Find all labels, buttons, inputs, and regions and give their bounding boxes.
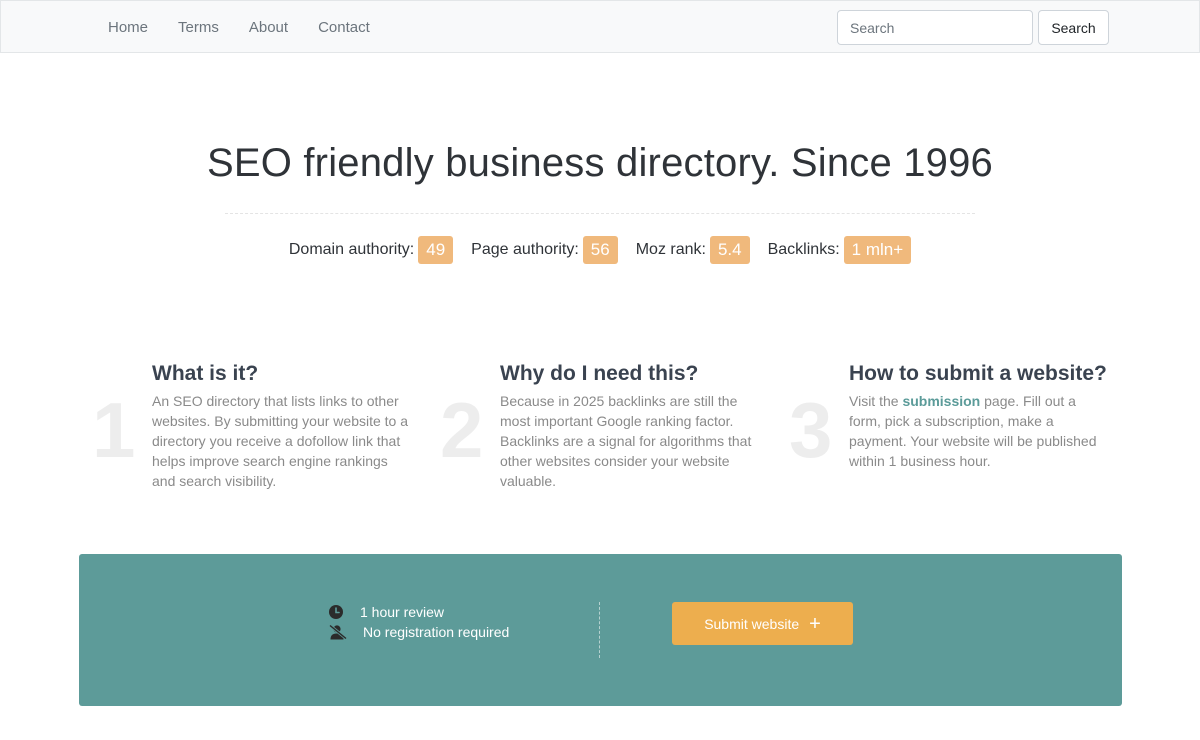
metric-badge: 5.4 <box>709 236 750 264</box>
feature-title: Why do I need this? <box>500 362 699 385</box>
search-button[interactable]: Search <box>1038 10 1109 45</box>
feature-text-before: Visit the <box>849 393 899 409</box>
feature-number: 1 <box>92 386 136 474</box>
metric-moz-rank: Moz rank: 5.4 <box>636 236 750 264</box>
hero-divider <box>225 213 975 214</box>
user-slash-icon <box>328 624 348 640</box>
metric-label: Moz rank: <box>635 241 706 258</box>
feature-title: What is it? <box>152 362 259 385</box>
metric-badge: 49 <box>418 236 454 264</box>
feature-text: An SEO directory that lists links to oth… <box>152 393 409 489</box>
nav-link-terms[interactable]: Terms <box>163 19 234 36</box>
search-input[interactable] <box>837 10 1033 45</box>
submit-website-button[interactable]: Submit website + <box>672 602 853 645</box>
clock-icon <box>328 604 344 620</box>
metric-domain-authority: Domain authority: 49 <box>288 236 454 264</box>
submit-label: Submit website <box>704 615 800 632</box>
registration-text: No registration required <box>363 624 510 640</box>
review-item: 1 hour review <box>328 604 444 620</box>
submission-link[interactable]: submission <box>902 393 980 409</box>
metrics-row: Domain authority: 49 Page authority: 56 … <box>0 236 1200 264</box>
plus-icon: + <box>809 612 821 635</box>
top-navbar: Home Terms About Contact Search <box>0 0 1200 53</box>
metric-label: Page authority: <box>471 241 579 258</box>
metric-badge: 1 mln+ <box>843 236 912 264</box>
registration-item: No registration required <box>328 624 509 640</box>
metric-label: Backlinks: <box>767 241 840 258</box>
metric-badge: 56 <box>582 236 618 264</box>
feature-text: Because in 2025 backlinks are still the … <box>500 393 752 489</box>
feature-text: Visit the submission page. Fill out a fo… <box>849 391 1107 471</box>
cta-banner: 1 hour review No registration required S… <box>79 554 1122 706</box>
feature-title: How to submit a website? <box>849 362 1107 385</box>
feature-number: 3 <box>789 386 833 474</box>
page-title: SEO friendly business directory. Since 1… <box>206 141 994 185</box>
metric-backlinks: Backlinks: 1 mln+ <box>768 236 912 264</box>
cta-divider <box>599 602 600 658</box>
feature-number: 2 <box>440 386 484 474</box>
nav-link-about[interactable]: About <box>234 19 303 36</box>
nav-link-home[interactable]: Home <box>93 19 163 36</box>
nav-link-contact[interactable]: Contact <box>303 19 385 36</box>
review-text: 1 hour review <box>360 604 445 620</box>
metric-page-authority: Page authority: 56 <box>471 236 618 264</box>
nav-links: Home Terms About Contact <box>93 1 385 54</box>
metric-label: Domain authority: <box>288 241 415 258</box>
